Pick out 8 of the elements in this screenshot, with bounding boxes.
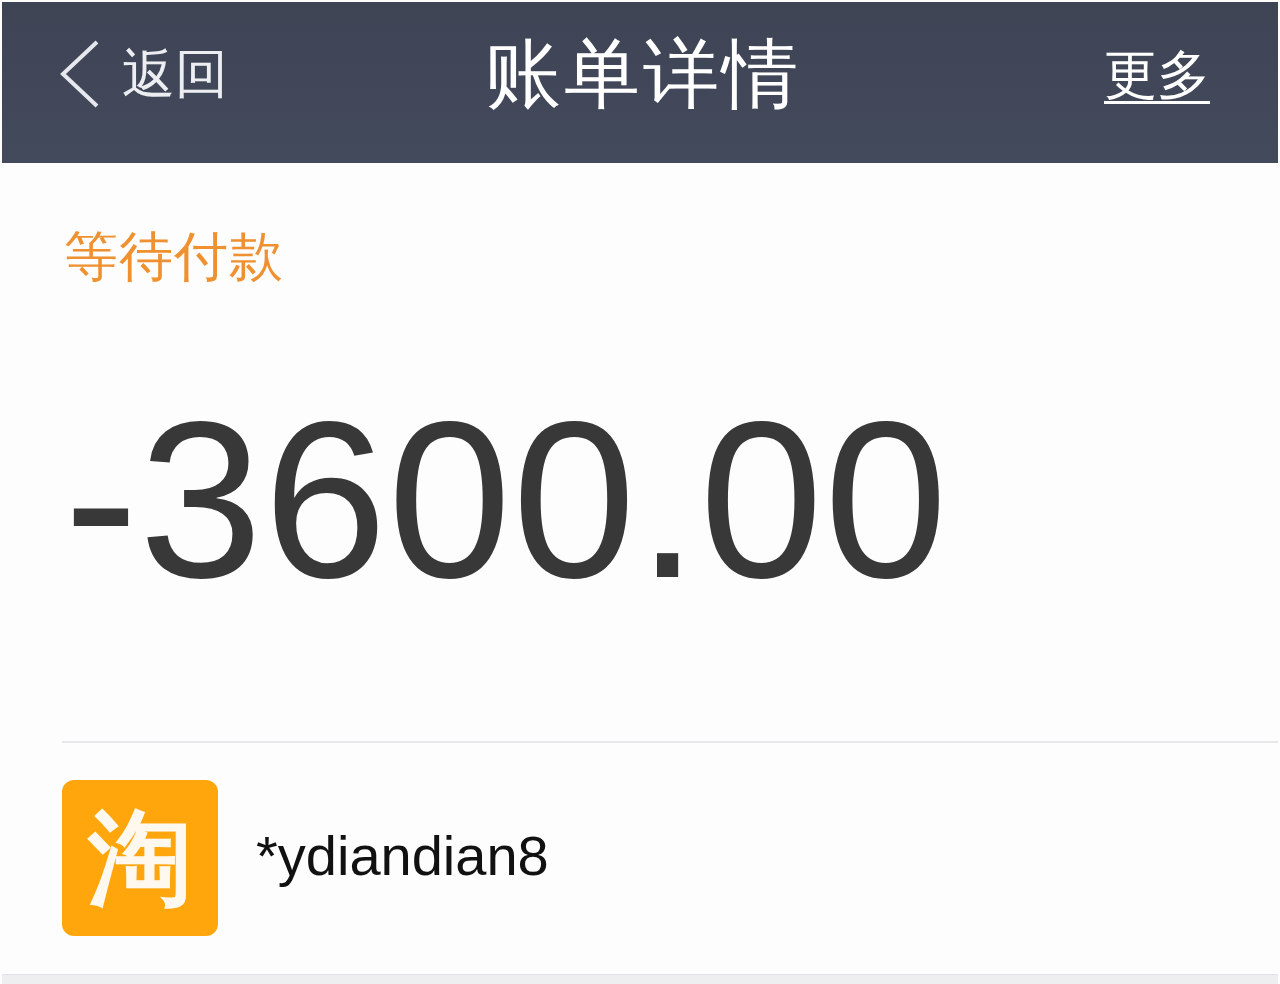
merchant-name: *ydiandian8 [256, 823, 549, 890]
back-button[interactable]: 返回 [60, 39, 228, 108]
bill-amount: -3600.00 [64, 383, 949, 617]
payment-status: 等待付款 [64, 225, 284, 290]
shop-logo: 淘 [62, 779, 218, 936]
page-title: 账单详情 [485, 28, 801, 120]
more-link[interactable]: 更多 [1104, 46, 1210, 105]
chevron-left-icon [60, 39, 100, 108]
